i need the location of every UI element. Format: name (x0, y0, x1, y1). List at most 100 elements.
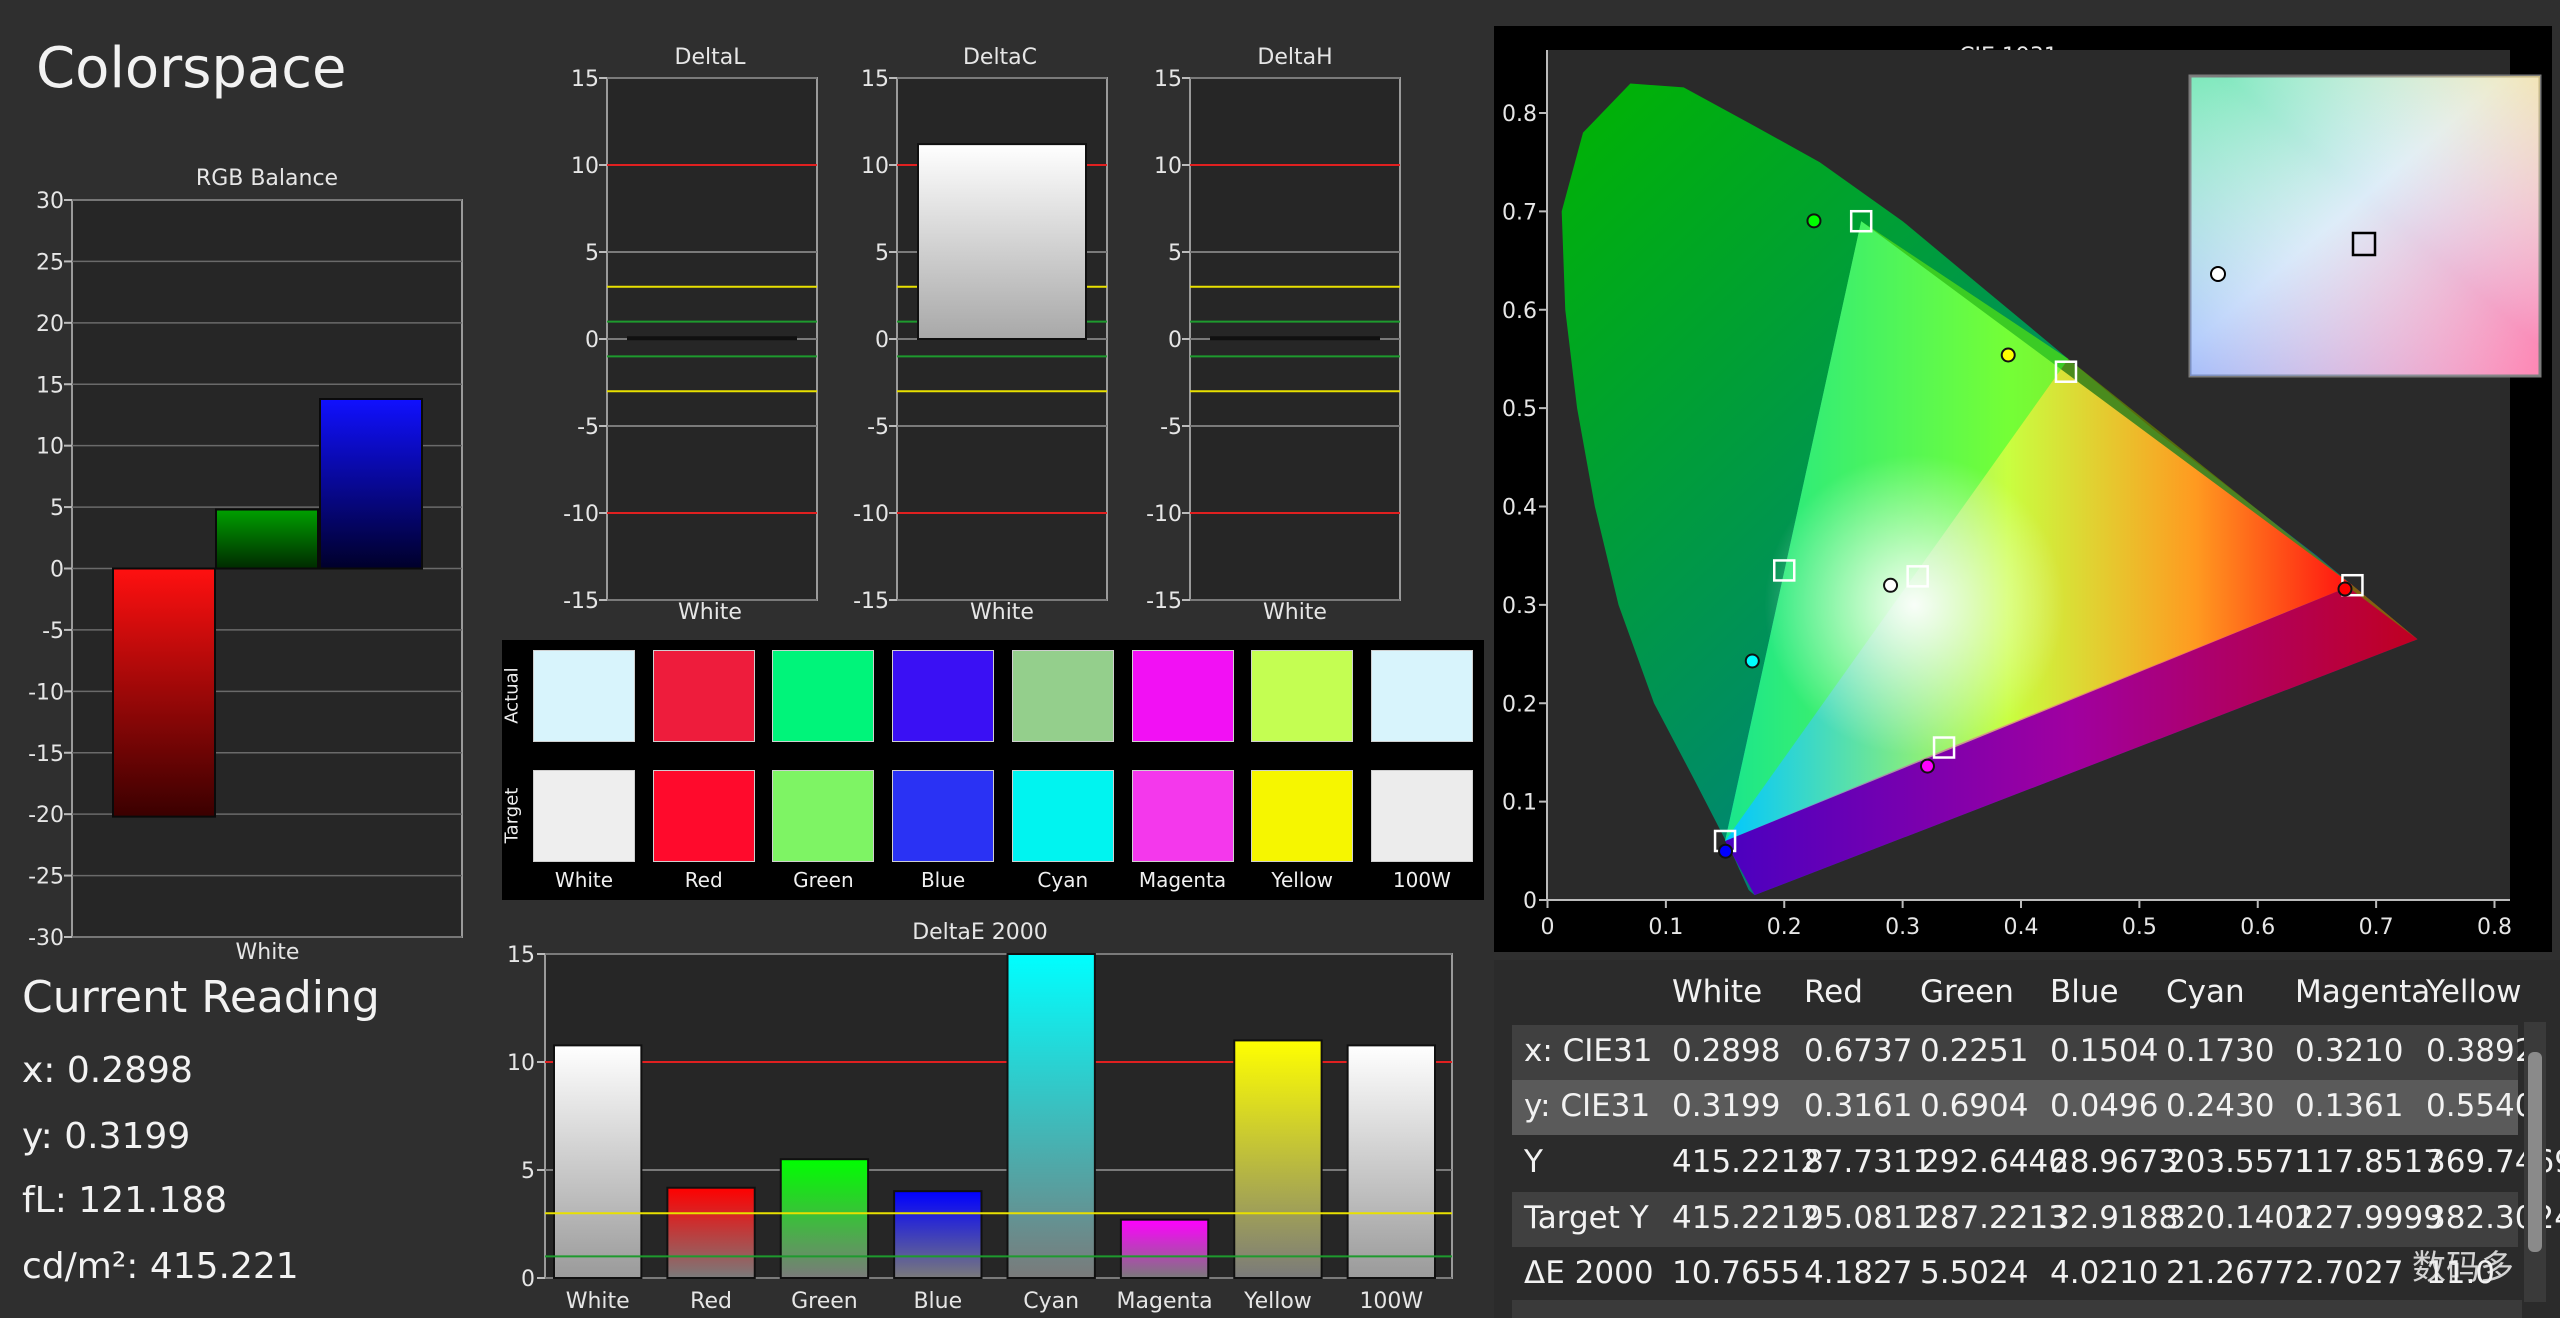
swatch-actual (1251, 650, 1354, 742)
cie-y-tick-label: 0.2 (1502, 692, 1537, 717)
table-cell: 87.7311 (1804, 1144, 1933, 1180)
rgb-tick-label: 0 (50, 558, 64, 583)
cie-y-tick-label: 0 (1523, 889, 1537, 914)
swatch-row-label-target: Target (501, 787, 523, 844)
rgb-balance-title: RGB Balance (195, 166, 339, 191)
delta-tick-label: -15 (1146, 589, 1182, 614)
deltae-bar (1233, 1039, 1323, 1280)
delta-tick-label: 5 (875, 241, 889, 266)
deltae-bar (553, 1044, 643, 1279)
delta-tick-label: 0 (875, 328, 889, 353)
cie-measured-point (1806, 213, 1822, 229)
deltac-xlabel: White (970, 600, 1034, 625)
table-header-cell: Blue (2050, 974, 2119, 1010)
table-horizontal-scrollbar[interactable] (1512, 1300, 2522, 1318)
delta-tick-label: 0 (1168, 328, 1182, 353)
deltae-category-label: Green (791, 1289, 858, 1314)
cie-x-tick-label: 0 (1541, 915, 1555, 940)
delta-tick-label: 5 (1168, 241, 1182, 266)
deltae-bar (1006, 953, 1096, 1279)
rgb-tick-label: 10 (36, 435, 64, 460)
swatch-target (1251, 770, 1354, 862)
cie-zoom-inset-overlay (2190, 76, 2540, 376)
cie-y-tick-label: 0.6 (1502, 299, 1537, 324)
cie-y-tick-label: 0.3 (1502, 594, 1537, 619)
cie-y-tick-label: 0.5 (1502, 397, 1537, 422)
cie-measured-point (1718, 843, 1734, 859)
table-cell: 0.3161 (1804, 1088, 1913, 1124)
deltae-bar (893, 1190, 983, 1279)
delta-tick-label: 15 (1154, 67, 1182, 92)
cie-x-tick-label: 0.4 (2004, 915, 2039, 940)
reading-fl: fL: 121.188 (22, 1180, 228, 1221)
table-cell: 0.5540 (2426, 1088, 2535, 1124)
cie-y-tick-label: 0.1 (1502, 791, 1537, 816)
deltae-bar (1346, 1044, 1436, 1279)
cie-chart: 0 0.1 0.2 0.3 0.4 0.5 0.6 0.7 0.8 0 0.1 0.2 0.3 0.4 0.… (1502, 50, 2542, 940)
deltae-category-label: 100W (1359, 1289, 1423, 1314)
deltae-tick-label: 15 (507, 943, 535, 968)
delta-tick-label: 10 (1154, 154, 1182, 179)
cie-x-tick-label: 0.1 (1648, 915, 1683, 940)
deltae-category-label: Yellow (1243, 1289, 1312, 1314)
swatch-row-label-actual: Actual (501, 667, 523, 724)
table-cell: 415.2212 (1672, 1200, 1820, 1236)
rgb-bar (319, 397, 423, 570)
table-cell: 415.2212 (1672, 1144, 1820, 1180)
table-header-cell: Cyan (2166, 974, 2245, 1010)
delta-tick-label: 5 (585, 241, 599, 266)
swatch-target (652, 770, 755, 862)
reading-cdm2: cd/m²: 415.221 (22, 1246, 299, 1287)
delta-bar (627, 336, 797, 341)
swatch-actual (533, 650, 635, 742)
swatch-name-label: 100W (1392, 868, 1451, 892)
table-cell: 127.9999 (2295, 1200, 2443, 1236)
table-cell: 2.7027 (2295, 1255, 2404, 1291)
table-cell: 21.2677 (2166, 1255, 2295, 1291)
rgb-bar (215, 508, 319, 570)
table-cell: 28.9673 (2050, 1144, 2179, 1180)
table-scrollbar-thumb[interactable] (2528, 1052, 2542, 1252)
deltae-tick-label: 10 (507, 1051, 535, 1076)
table-header-cell: White (1672, 974, 1763, 1010)
delta-tick-label: -10 (563, 502, 599, 527)
swatch-target (1131, 770, 1234, 862)
deltah-xlabel: White (1263, 600, 1327, 625)
table-header-cell: Yellow (2426, 974, 2522, 1010)
table-row-label: Target Y (1524, 1200, 1649, 1236)
delta-tick-label: -10 (1146, 502, 1182, 527)
delta-tick-label: -5 (867, 415, 889, 440)
delta-tick-label: 0 (585, 328, 599, 353)
swatch-name-label: Blue (920, 868, 966, 892)
delta-tick-label: -10 (853, 502, 889, 527)
table-cell: 203.5571 (2166, 1144, 2314, 1180)
deltae-bar (779, 1158, 870, 1279)
swatch-actual (652, 650, 755, 742)
cie-measured-point (1919, 758, 1935, 774)
delta-tick-label: 10 (861, 154, 889, 179)
rgb-tick-label: 20 (36, 312, 64, 337)
table-cell: 4.0210 (2050, 1255, 2159, 1291)
rgb-tick-label: 15 (36, 373, 64, 398)
table-row-label: ΔE 2000 (1524, 1255, 1654, 1291)
table-cell: 287.2213 (1920, 1200, 2068, 1236)
table-cell: 0.2251 (1920, 1033, 2029, 1069)
table-cell: 0.1361 (2295, 1088, 2404, 1124)
deltae-category-label: Cyan (1023, 1289, 1079, 1314)
delta-tick-label: 15 (861, 67, 889, 92)
delta-bar (1210, 336, 1380, 341)
rgb-tick-label: -25 (28, 865, 64, 890)
swatch-panel: Actual Target White Red Green Blue Cyan Magenta… (502, 640, 1484, 900)
cie-measured-point (2337, 581, 2353, 597)
rgb-tick-label: -20 (28, 803, 64, 828)
table-cell: 95.0811 (1804, 1200, 1933, 1236)
table-cell: 0.3892 (2426, 1033, 2535, 1069)
deltae-bar (1119, 1218, 1210, 1279)
deltae-tick-label: 0 (521, 1267, 535, 1292)
cie-x-tick-label: 0.6 (2240, 915, 2275, 940)
rgb-tick-label: -10 (28, 680, 64, 705)
swatch-actual (1370, 650, 1473, 742)
cie-y-tick-label: 0.7 (1502, 200, 1537, 225)
rgb-tick-label: 30 (36, 190, 64, 214)
swatch-name-label: Green (793, 868, 854, 892)
